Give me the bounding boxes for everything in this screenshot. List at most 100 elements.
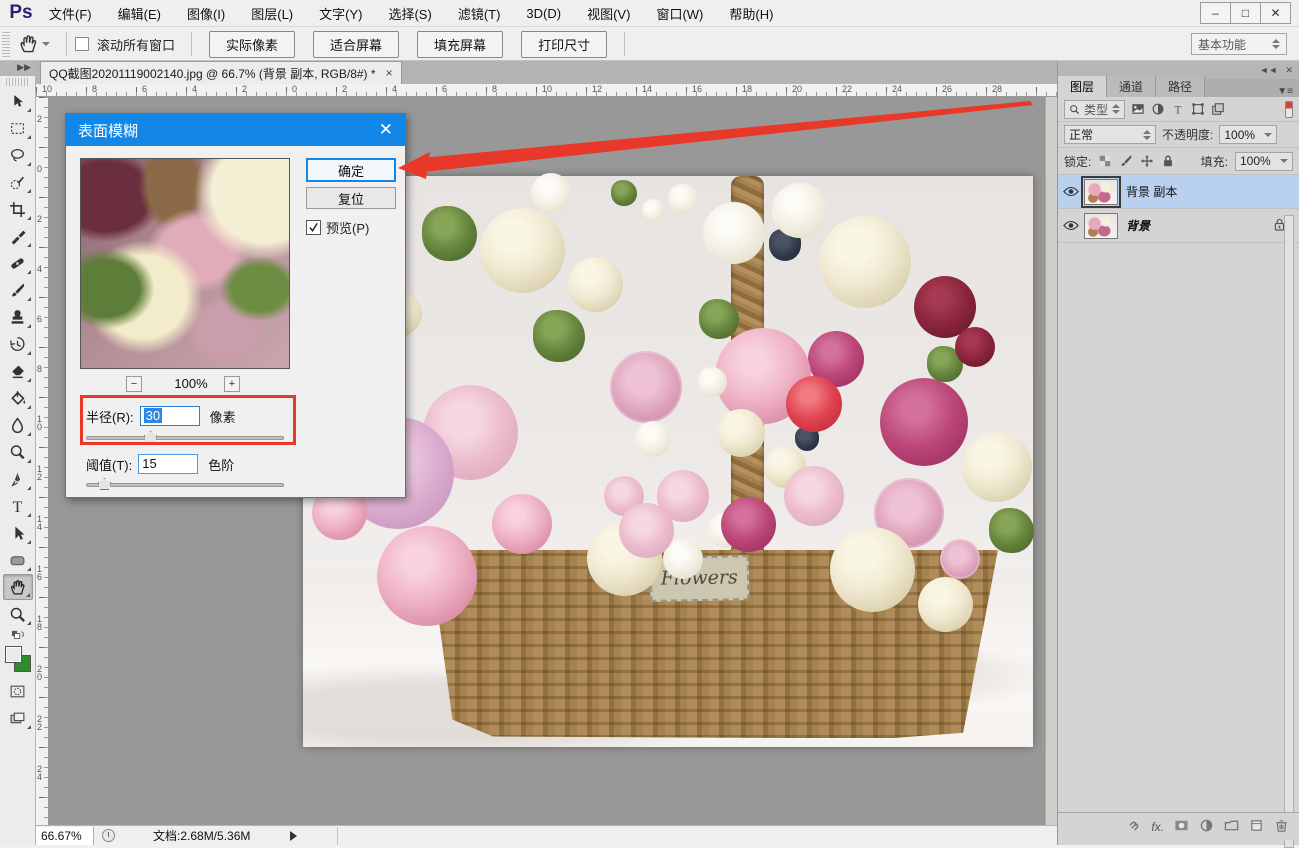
tools-grip[interactable] xyxy=(6,78,29,86)
layer-visibility-toggle[interactable] xyxy=(1058,186,1084,197)
blur-tool[interactable] xyxy=(3,412,33,438)
threshold-slider-track[interactable] xyxy=(86,483,284,487)
menu-0[interactable]: 文件(F) xyxy=(36,0,105,27)
options-grip[interactable] xyxy=(2,31,10,57)
tools-collapse-button[interactable]: ▶▶ xyxy=(0,61,35,76)
filter-adjustment-layers-icon[interactable] xyxy=(1151,102,1165,116)
dialog-close-icon[interactable]: ✕ xyxy=(379,120,393,140)
threshold-slider[interactable] xyxy=(86,478,284,490)
print-size-button[interactable]: 打印尺寸 xyxy=(521,31,607,58)
spot-healing-tool[interactable] xyxy=(3,250,33,276)
swap-colors-icon[interactable] xyxy=(11,630,25,642)
menu-4[interactable]: 文字(Y) xyxy=(306,0,375,27)
lock-pixels-icon[interactable] xyxy=(1119,154,1133,168)
fit-screen-button[interactable]: 适合屏幕 xyxy=(313,31,399,58)
maximize-button[interactable]: □ xyxy=(1230,2,1261,24)
preview-checkbox[interactable] xyxy=(306,220,321,235)
new-adjustment-layer-icon[interactable] xyxy=(1199,818,1214,836)
add-mask-icon[interactable] xyxy=(1174,818,1189,836)
menu-6[interactable]: 滤镜(T) xyxy=(445,0,514,27)
foreground-color-swatch[interactable] xyxy=(5,646,22,663)
filter-shape-layers-icon[interactable] xyxy=(1191,102,1205,116)
eyedropper-tool[interactable] xyxy=(3,223,33,249)
menu-2[interactable]: 图像(I) xyxy=(174,0,238,27)
document-tab[interactable]: QQ截图20201119002140.jpg @ 66.7% (背景 副本, R… xyxy=(40,61,402,84)
collapse-panels-icon[interactable]: ◄◄ xyxy=(1260,65,1278,75)
threshold-slider-thumb[interactable] xyxy=(98,478,111,490)
hand-tool-preset[interactable] xyxy=(18,34,50,54)
document-tab-close-icon[interactable]: × xyxy=(386,66,393,80)
history-brush-tool[interactable] xyxy=(3,331,33,357)
pen-tool[interactable] xyxy=(3,466,33,492)
zoom-tool[interactable] xyxy=(3,601,33,627)
rect-marquee-tool[interactable] xyxy=(3,115,33,141)
layer-row-background[interactable]: 背景 xyxy=(1058,209,1299,243)
tab-layers[interactable]: 图层 xyxy=(1058,76,1107,97)
layer-thumbnail[interactable] xyxy=(1084,213,1118,239)
move-tool[interactable] xyxy=(3,88,33,114)
layer-thumbnail[interactable] xyxy=(1084,179,1118,205)
close-button[interactable]: ✕ xyxy=(1260,2,1291,24)
preview-zoom-out-button[interactable]: − xyxy=(126,376,142,392)
lock-transparency-icon[interactable] xyxy=(1098,154,1112,168)
preview-zoom-in-button[interactable]: + xyxy=(224,376,240,392)
new-layer-icon[interactable] xyxy=(1249,818,1264,836)
crop-tool[interactable] xyxy=(3,196,33,222)
layer-style-icon[interactable]: fx. xyxy=(1151,820,1164,834)
layer-row-background-copy[interactable]: 背景 副本 xyxy=(1058,175,1299,209)
fill-screen-button[interactable]: 填充屏幕 xyxy=(417,31,503,58)
canvas-vertical-scrollbar[interactable] xyxy=(1045,97,1057,825)
menu-1[interactable]: 编辑(E) xyxy=(105,0,174,27)
ok-button[interactable]: 确定 xyxy=(306,158,396,182)
layer-name[interactable]: 背景 xyxy=(1126,217,1150,234)
dodge-tool[interactable] xyxy=(3,439,33,465)
panel-close-icon[interactable]: ✕ xyxy=(1285,65,1293,76)
preset-dropdown-arrow[interactable] xyxy=(42,42,50,46)
lasso-tool[interactable] xyxy=(3,142,33,168)
workspace-selector[interactable]: 基本功能 xyxy=(1191,33,1287,55)
reset-button[interactable]: 复位 xyxy=(306,187,396,209)
scroll-all-windows-checkbox[interactable] xyxy=(75,37,89,51)
paint-bucket-tool[interactable] xyxy=(3,385,33,411)
menu-7[interactable]: 3D(D) xyxy=(513,0,574,27)
menu-10[interactable]: 帮助(H) xyxy=(716,0,786,27)
menu-5[interactable]: 选择(S) xyxy=(375,0,444,27)
fill-combo[interactable]: 100% xyxy=(1235,152,1293,171)
tab-paths[interactable]: 路径 xyxy=(1156,76,1205,97)
lock-position-icon[interactable] xyxy=(1140,154,1154,168)
brush-tool[interactable] xyxy=(3,277,33,303)
opacity-combo[interactable]: 100% xyxy=(1219,125,1277,144)
quick-mask-button[interactable] xyxy=(3,678,33,704)
blur-preview-thumbnail[interactable] xyxy=(80,158,290,369)
filter-toggle-switch[interactable] xyxy=(1285,101,1293,118)
tab-channels[interactable]: 通道 xyxy=(1107,76,1156,97)
hand-tool[interactable] xyxy=(3,574,33,600)
panel-menu-icon[interactable]: ▼≡ xyxy=(1277,86,1293,97)
layer-visibility-toggle[interactable] xyxy=(1058,220,1084,231)
layer-name[interactable]: 背景 副本 xyxy=(1126,183,1177,200)
path-selection-tool[interactable] xyxy=(3,520,33,546)
new-group-icon[interactable] xyxy=(1224,818,1239,836)
menu-8[interactable]: 视图(V) xyxy=(574,0,643,27)
delete-layer-icon[interactable] xyxy=(1274,818,1289,836)
zoom-level-field[interactable]: 66.67% xyxy=(36,827,94,845)
layers-scrollbar[interactable] xyxy=(1284,215,1294,848)
type-tool[interactable]: T xyxy=(3,493,33,519)
menu-3[interactable]: 图层(L) xyxy=(238,0,306,27)
actual-pixels-button[interactable]: 实际像素 xyxy=(209,31,295,58)
dialog-titlebar[interactable]: 表面模糊 ✕ xyxy=(66,114,405,146)
screen-mode-button[interactable] xyxy=(3,705,33,731)
filter-kind-combo[interactable]: 类型 xyxy=(1064,100,1125,119)
status-menu-arrow[interactable] xyxy=(290,831,297,841)
link-layers-icon[interactable] xyxy=(1126,818,1141,836)
filter-type-layers-icon[interactable]: T xyxy=(1171,102,1185,116)
menu-9[interactable]: 窗口(W) xyxy=(643,0,716,27)
clone-stamp-tool[interactable] xyxy=(3,304,33,330)
quick-selection-tool[interactable] xyxy=(3,169,33,195)
filter-pixel-layers-icon[interactable] xyxy=(1131,102,1145,116)
blend-mode-combo[interactable]: 正常 xyxy=(1064,125,1156,144)
preview-checkbox-row[interactable]: 预览(P) xyxy=(306,218,369,237)
lock-all-icon[interactable] xyxy=(1161,154,1175,168)
threshold-input[interactable]: 15 xyxy=(138,454,198,474)
shape-tool[interactable] xyxy=(3,547,33,573)
